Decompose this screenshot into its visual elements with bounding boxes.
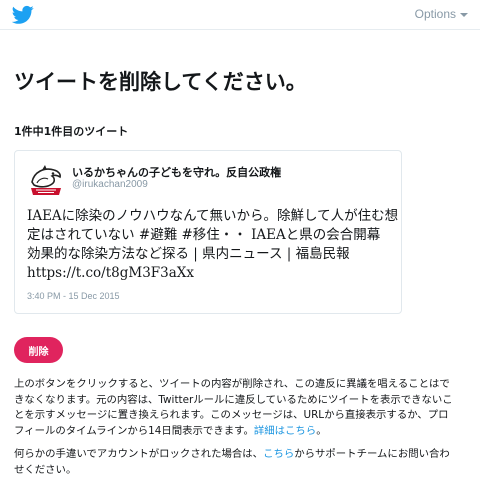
support-notice: 何らかの手違いでアカウントがロックされた場合は、こちらからサポートチームにお問い… bbox=[14, 447, 470, 478]
tweet-handle[interactable]: @irukachan2009 bbox=[72, 179, 148, 190]
notice-line: とを示すメッセージに置き換えられます。このメッセージは、URLから直接表示するか… bbox=[14, 409, 449, 421]
dolphin-avatar-icon bbox=[28, 162, 64, 198]
tweet-link[interactable]: https://t.co/t8gM3F3aXx bbox=[27, 264, 399, 283]
notice-line: きなくなります。元の内容は、Twitterルールに違反しているためにツイートを表… bbox=[14, 393, 453, 406]
tweet-timestamp: 3:40 PM - 15 Dec 2015 bbox=[27, 291, 120, 301]
support-link[interactable]: こちら bbox=[263, 448, 294, 460]
notice-line-text: フィールのタイムラインから14日間表示できます。 bbox=[14, 424, 254, 437]
tweet-text-line: 定はされていない #避難 #移住・・ IAEAと県の会合開幕 bbox=[27, 227, 381, 243]
tweet-display-name[interactable]: いるかちゃんの子どもを守れ。反自公政権 bbox=[72, 164, 281, 180]
support-line: せください。 bbox=[14, 463, 77, 476]
delete-notice: 上のボタンをクリックすると、ツイートの内容が削除され、この違反に異議を唱えること… bbox=[14, 377, 470, 439]
support-text-before: 何らかの手違いでアカウントがロックされた場合は、 bbox=[14, 448, 264, 460]
options-label[interactable]: Options bbox=[415, 7, 456, 21]
learn-more-link[interactable]: 詳細はこちら bbox=[254, 425, 316, 437]
top-bar: Options bbox=[0, 0, 480, 30]
tweet-text-line: IAEAに除染のノウハウなんて無いから。除鮮して人が住む想 bbox=[27, 208, 399, 224]
tweet-text-line: 効果的な除染方法など探る | 県内ニュース | 福島民報 bbox=[27, 246, 350, 262]
delete-button[interactable]: 削除 bbox=[14, 337, 63, 363]
avatar bbox=[28, 162, 64, 198]
notice-line: 上のボタンをクリックすると、ツイートの内容が削除され、この違反に異議を唱えること… bbox=[14, 378, 450, 390]
support-text-after: からサポートチームにお問い合わ bbox=[294, 448, 450, 460]
chevron-down-icon bbox=[460, 12, 468, 17]
notice-line-end: 。 bbox=[316, 424, 327, 437]
tweet-count-label: 1件中1件目のツイート bbox=[14, 125, 129, 138]
notice-line: フィールのタイムラインから14日間表示できます。詳細はこちら。 bbox=[14, 424, 470, 440]
options-menu[interactable]: Options bbox=[415, 7, 468, 21]
tweet-card: いるかちゃんの子どもを守れ。反自公政権 @irukachan2009 IAEAに… bbox=[14, 150, 402, 314]
support-line: 何らかの手違いでアカウントがロックされた場合は、こちらからサポートチームにお問い… bbox=[14, 447, 470, 463]
tweet-text: IAEAに除染のノウハウなんて無いから。除鮮して人が住む想 定はされていない #… bbox=[27, 207, 399, 283]
page-title: ツイートを削除してください。 bbox=[14, 70, 307, 94]
twitter-bird-icon[interactable] bbox=[12, 5, 34, 25]
